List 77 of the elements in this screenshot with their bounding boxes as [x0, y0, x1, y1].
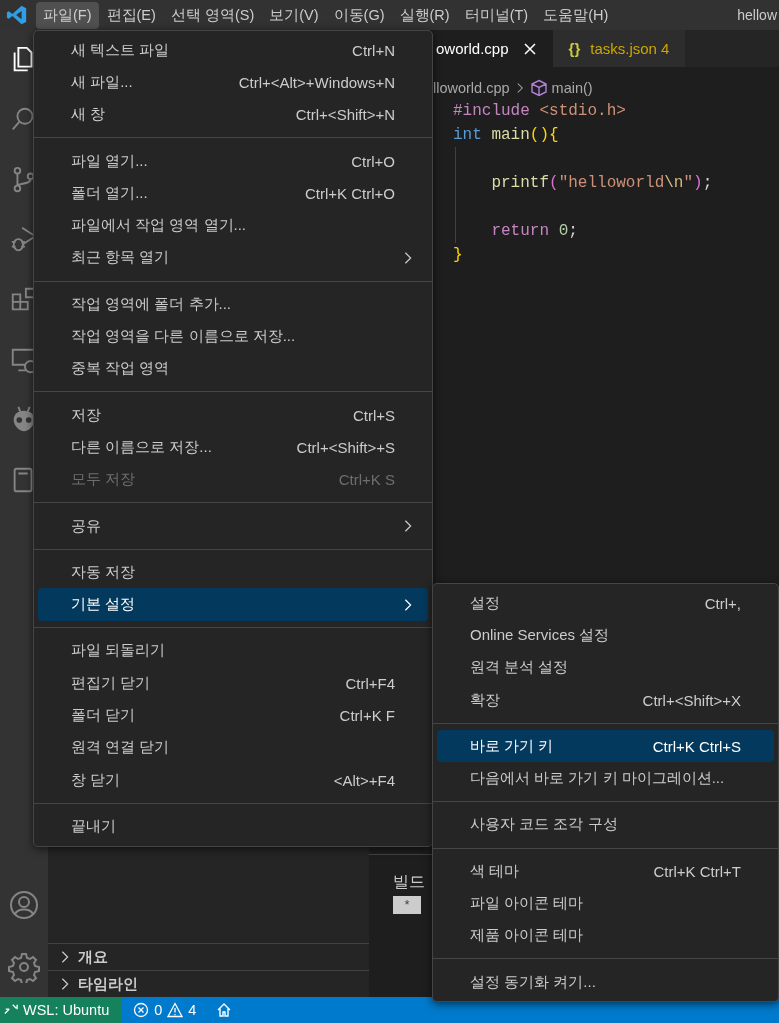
- menu-item[interactable]: 새 창 Ctrl+<Shift>+N: [38, 98, 428, 131]
- editor-tab[interactable]: {} tasks.json 4: [552, 30, 686, 67]
- menu-item[interactable]: 선택 영역(S): [163, 1, 262, 29]
- code-line: #include <stdio.h>: [453, 101, 627, 122]
- menu-item[interactable]: 폴더 열기... Ctrl+K Ctrl+O: [38, 177, 428, 210]
- shortcut-label: Ctrl+K S: [338, 471, 395, 489]
- menu-item[interactable]: 이동(G): [326, 1, 392, 29]
- menu-item[interactable]: 새 파일... Ctrl+<Alt>+Windows+N: [38, 66, 428, 99]
- remote-status[interactable]: WSL: Ubuntu: [0, 997, 122, 1023]
- menu-item[interactable]: 파일에서 작업 영역 열기...: [38, 209, 428, 242]
- menu-item[interactable]: 최근 항목 열기: [38, 241, 428, 275]
- menu-item[interactable]: 확장 Ctrl+<Shift>+X: [437, 683, 774, 717]
- menu-item[interactable]: 원격 연결 닫기: [38, 731, 428, 764]
- menu-item[interactable]: 파일 아이콘 테마: [437, 887, 774, 920]
- shortcut-label: Ctrl+O: [351, 152, 395, 170]
- section-header[interactable]: 개요: [48, 943, 369, 970]
- menu-item[interactable]: 바로 가기 키 Ctrl+K Ctrl+S: [437, 730, 774, 763]
- shortcut-label: Ctrl+S: [352, 406, 395, 424]
- cube-icon: [529, 79, 548, 97]
- shortcut-label: <Alt>+F4: [333, 771, 395, 789]
- menu-item[interactable]: 사용자 코드 조각 구성: [437, 808, 774, 842]
- shortcut-label: Ctrl+K Ctrl+S: [652, 737, 741, 755]
- menu-item[interactable]: 편집(E): [99, 1, 163, 29]
- json-icon: {}: [568, 40, 581, 57]
- menu-item[interactable]: 설정 동기화 켜기...: [437, 965, 774, 999]
- terminal-line: 빌드: [393, 872, 425, 892]
- menu-item[interactable]: 끝내기: [38, 810, 428, 843]
- code-line: int main(){: [453, 125, 560, 146]
- code-line: printf("helloworld\n");: [490, 173, 714, 194]
- terminal-cursor: *: [393, 896, 421, 914]
- shortcut-label: Ctrl+K F: [339, 707, 395, 724]
- menu-item[interactable]: 작업 영역을 다른 이름으로 저장...: [38, 320, 428, 353]
- breadcrumb-item[interactable]: main(): [551, 80, 593, 96]
- menu-item[interactable]: 중복 작업 영역: [38, 352, 428, 385]
- shortcut-label: Ctrl+<Shift>+N: [295, 106, 395, 124]
- window-title: hellow: [737, 7, 777, 23]
- menu-item[interactable]: 다음에서 바로 가기 키 마이그레이션...: [437, 762, 774, 795]
- menu-item[interactable]: 제품 아이콘 테마: [437, 919, 774, 952]
- menu-item[interactable]: 파일(F): [36, 1, 99, 29]
- menu-item[interactable]: Online Services 설정: [437, 619, 774, 652]
- menu-item[interactable]: 원격 분석 설정: [437, 651, 774, 684]
- menu-item[interactable]: 폴더 닫기 Ctrl+K F: [38, 699, 428, 732]
- menu-item[interactable]: 보기(V): [262, 1, 326, 29]
- menu-item[interactable]: 도움말(H): [536, 1, 616, 29]
- shortcut-label: Ctrl+<Shift>+X: [642, 691, 741, 709]
- menu-item[interactable]: 색 테마 Ctrl+K Ctrl+T: [437, 855, 774, 888]
- shortcut-label: Ctrl+,: [704, 594, 741, 612]
- shortcut-label: Ctrl+<Shift>+S: [296, 438, 395, 456]
- menu-item[interactable]: 파일 되돌리기: [38, 634, 428, 668]
- account-icon[interactable]: [8, 889, 40, 921]
- menu-item[interactable]: 터미널(T): [457, 1, 536, 29]
- shortcut-label: Ctrl+F4: [345, 674, 395, 692]
- menu-item[interactable]: 기본 설정: [38, 588, 428, 621]
- menu-item[interactable]: 공유: [38, 509, 428, 543]
- menu-item[interactable]: 파일 열기... Ctrl+O: [38, 144, 428, 178]
- code-line: }: [453, 245, 464, 266]
- menu-item[interactable]: 다른 이름으로 저장... Ctrl+<Shift>+S: [38, 431, 428, 464]
- menu-item[interactable]: 작업 영역에 폴더 추가...: [38, 288, 428, 321]
- vscode-logo-icon: [6, 4, 28, 26]
- menu-item[interactable]: 저장 Ctrl+S: [38, 398, 428, 432]
- breadcrumb-item[interactable]: lloworld.cpp: [433, 80, 510, 96]
- error-icon: [133, 1002, 150, 1018]
- warning-icon: [167, 1002, 184, 1018]
- close-icon[interactable]: [522, 41, 537, 56]
- shortcut-label: Ctrl+K Ctrl+O: [305, 184, 395, 202]
- menu-item[interactable]: 설정 Ctrl+,: [437, 587, 774, 620]
- code-line: return 0;: [490, 221, 579, 242]
- menu-item[interactable]: 편집기 닫기 Ctrl+F4: [38, 667, 428, 700]
- shortcut-label: Ctrl+K Ctrl+T: [653, 862, 741, 880]
- menu-item[interactable]: 자동 저장: [38, 556, 428, 589]
- menu-item[interactable]: 창 닫기 <Alt>+F4: [38, 763, 428, 797]
- home-icon: [216, 1002, 233, 1018]
- settings-icon[interactable]: [8, 951, 40, 983]
- shortcut-label: Ctrl+<Alt>+Windows+N: [238, 73, 395, 91]
- menu-item[interactable]: 실행(R): [392, 1, 457, 29]
- remote-arrows-icon: [4, 1003, 18, 1017]
- problems-status[interactable]: 0 4: [123, 997, 207, 1023]
